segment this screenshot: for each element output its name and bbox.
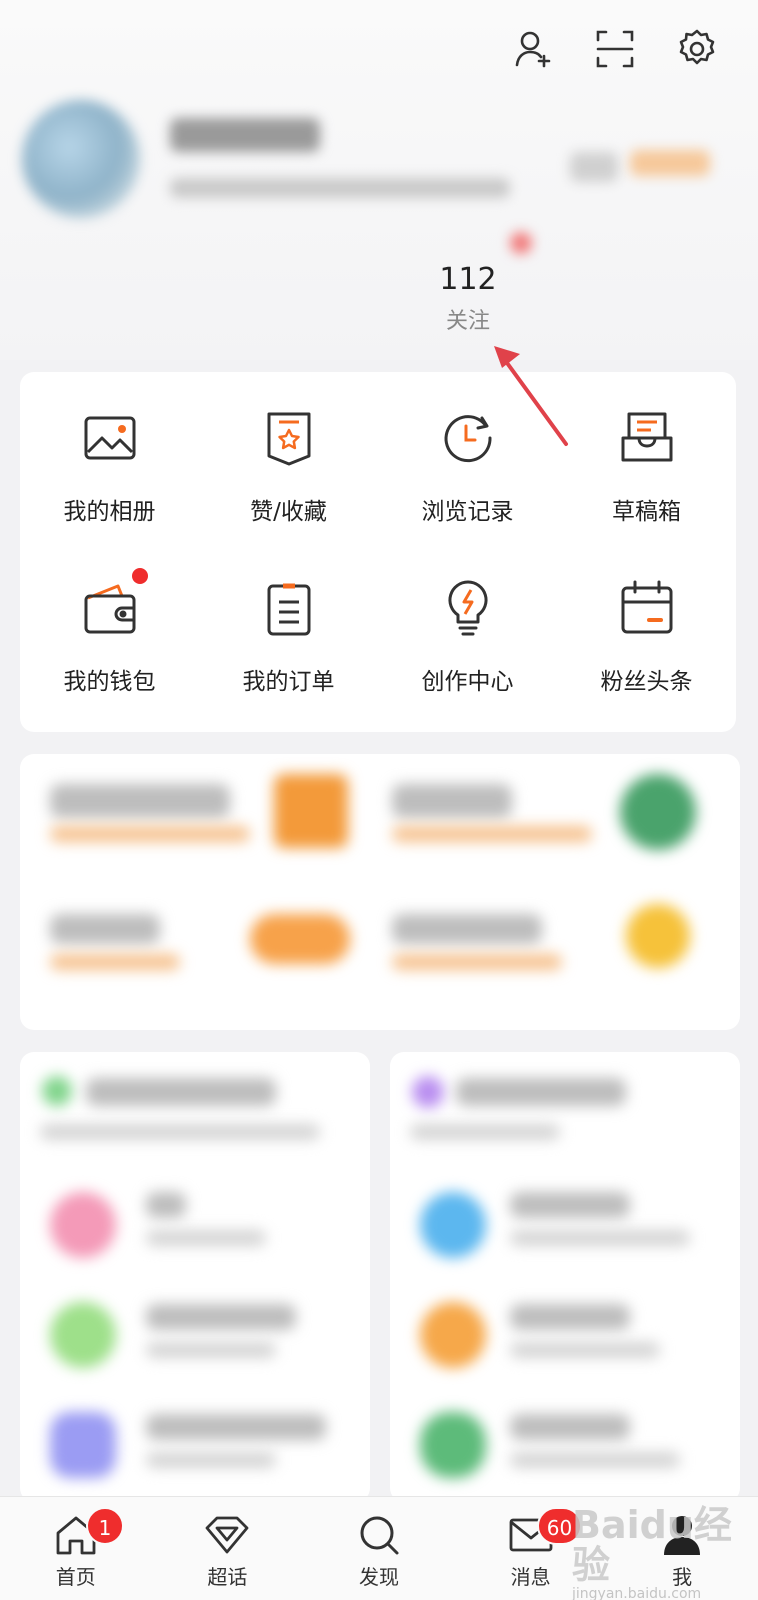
notification-dot-blurred: [510, 232, 532, 254]
orders-icon: [257, 576, 321, 640]
menu-item-wallet[interactable]: 我的钱包: [20, 560, 199, 730]
promo-panel-blurred[interactable]: [20, 754, 740, 1030]
following-count: 112: [439, 262, 497, 297]
stat-weibo[interactable]: [50, 258, 170, 340]
bottom-tab-bar: 首页 1 超话 发现 消息 60 我: [0, 1496, 758, 1600]
tab-me[interactable]: 我: [606, 1497, 758, 1600]
top-toolbar: [512, 28, 718, 70]
level-badge-blurred: [630, 150, 710, 176]
menu-item-label: 赞/收藏: [250, 499, 327, 525]
tab-discover[interactable]: 发现: [303, 1497, 455, 1600]
stat-count: [225, 258, 345, 302]
menu-item-label: 我的相册: [63, 499, 156, 525]
search-icon: [355, 1511, 403, 1559]
settings-icon[interactable]: [676, 28, 718, 70]
profile-icon: [658, 1511, 706, 1559]
shortcut-menu-card: 我的相册 赞/收藏 浏览记录 草稿箱 我的钱包 我的订单 创作中心 粉丝头条: [20, 372, 736, 732]
menu-item-label: 我的订单: [242, 669, 335, 695]
tab-super-topic[interactable]: 超话: [152, 1497, 304, 1600]
tab-messages[interactable]: 消息 60: [455, 1497, 607, 1600]
unread-badge: 1: [86, 1507, 124, 1545]
tab-label: 消息: [510, 1565, 551, 1589]
annotation-arrow: [494, 346, 568, 446]
drafts-icon: [615, 406, 679, 470]
username-blurred: [170, 118, 320, 152]
menu-item-label: 粉丝头条: [600, 669, 693, 695]
stats-row: 112 关注: [0, 258, 758, 348]
stat-other[interactable]: [600, 258, 720, 340]
menu-item-orders[interactable]: 我的订单: [199, 560, 378, 730]
menu-item-label: 浏览记录: [421, 499, 514, 525]
stat-count: [50, 258, 170, 302]
tab-label: 超话: [207, 1565, 248, 1589]
avatar[interactable]: [22, 100, 140, 218]
tab-label: 发现: [358, 1565, 399, 1589]
menu-item-drafts[interactable]: 草稿箱: [557, 390, 736, 560]
following-label: 关注: [445, 309, 490, 334]
tab-label: 首页: [55, 1565, 96, 1589]
vip-badge-blurred: [570, 152, 618, 182]
stat-label: [600, 304, 720, 340]
stat-label: [225, 304, 345, 340]
feed-panel-right-blurred[interactable]: [390, 1052, 740, 1502]
stat-fans[interactable]: [225, 258, 345, 340]
tab-label: 我: [672, 1565, 693, 1589]
user-info-blurred: [170, 178, 510, 198]
menu-item-album[interactable]: 我的相册: [20, 390, 199, 560]
unread-badge: 60: [536, 1507, 583, 1545]
menu-item-creator-center[interactable]: 创作中心: [378, 560, 557, 730]
menu-item-fans-headline[interactable]: 粉丝头条: [557, 560, 736, 730]
scan-icon[interactable]: [594, 28, 636, 70]
menu-item-label: 创作中心: [421, 669, 514, 695]
tab-home[interactable]: 首页 1: [0, 1497, 152, 1600]
add-friend-icon[interactable]: [512, 28, 554, 70]
fans-headline-icon: [615, 576, 679, 640]
album-icon: [78, 406, 142, 470]
creator-center-icon: [436, 576, 500, 640]
stat-label: [50, 304, 170, 340]
like-collect-icon: [257, 406, 321, 470]
menu-item-like-collect[interactable]: 赞/收藏: [199, 390, 378, 560]
stat-count: [600, 258, 720, 302]
wallet-icon: [78, 568, 148, 640]
menu-item-label: 草稿箱: [612, 499, 681, 525]
feed-panel-left-blurred[interactable]: [20, 1052, 370, 1502]
diamond-icon: [203, 1511, 251, 1559]
stat-following[interactable]: 112 关注: [408, 258, 528, 340]
menu-item-label: 我的钱包: [63, 669, 156, 695]
new-notification-dot: [131, 568, 148, 584]
